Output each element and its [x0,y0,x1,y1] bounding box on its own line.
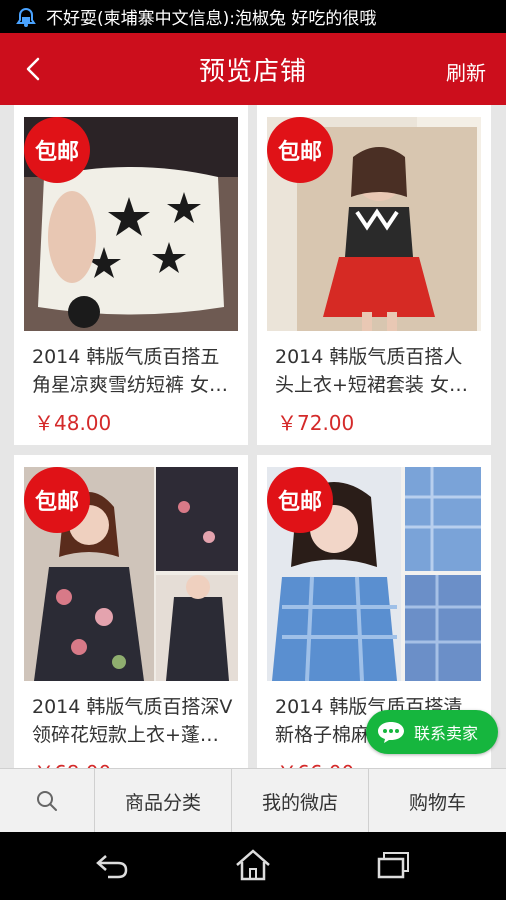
tab-categories-label: 商品分类 [124,791,201,814]
product-card[interactable]: 包邮 2014 韩版气质百搭五角星凉爽雪纺短裤 女… ￥48.00 [14,105,248,445]
free-shipping-badge: 包邮 [267,117,333,183]
chat-bubble-icon [378,722,404,743]
tab-my-store[interactable]: 我的微店 [232,769,369,833]
product-name[interactable]: 2014 韩版气质百搭五角星凉爽雪纺短裤 女… [32,343,238,399]
product-price: ￥68.00 [34,757,111,768]
product-card[interactable]: 包邮 2014 韩版气质百搭深V领碎花短款上衣+蓬… ￥68.00 [14,455,248,768]
product-image[interactable]: 包邮 [24,117,238,331]
status-notification-text: 不好耍(柬埔寨中文信息):泡椒兔 好吃的很哦 [46,9,377,29]
product-image[interactable]: 包邮 [24,467,238,681]
product-grid: 包邮 2014 韩版气质百搭五角星凉爽雪纺短裤 女… ￥48.00 包邮 201… [0,105,506,768]
tab-cart-label: 购物车 [408,791,466,814]
free-shipping-badge: 包邮 [24,117,90,183]
tab-search[interactable] [0,769,95,833]
tab-cart[interactable]: 购物车 [369,769,506,833]
contact-seller-button[interactable]: 联系卖家 [366,710,498,754]
contact-seller-label: 联系卖家 [414,724,479,743]
product-name[interactable]: 2014 韩版气质百搭深V领碎花短款上衣+蓬… [32,693,238,749]
tab-categories[interactable]: 商品分类 [95,769,232,833]
product-price: ￥48.00 [34,411,112,435]
product-name[interactable]: 2014 韩版气质百搭人头上衣+短裙套装 女… [275,343,481,399]
product-price: ￥72.00 [277,411,355,435]
bottom-tab-bar: 商品分类 我的微店 购物车 [0,768,506,833]
tab-my-store-label: 我的微店 [261,791,338,814]
back-icon[interactable] [94,852,130,880]
app-header: 预览店铺 刷新 [0,33,506,105]
free-shipping-badge: 包邮 [267,467,333,533]
home-icon[interactable] [234,848,272,882]
refresh-button[interactable]: 刷新 [446,57,486,86]
product-image[interactable]: 包邮 [267,467,481,681]
status-bar: 不好耍(柬埔寨中文信息):泡椒兔 好吃的很哦 [0,0,506,33]
recent-apps-icon[interactable] [376,850,412,880]
free-shipping-badge: 包邮 [24,467,90,533]
search-icon [37,791,57,811]
product-card[interactable]: 包邮 2014 韩版气质百搭人头上衣+短裙套装 女… ￥72.00 [257,105,491,445]
page-title: 预览店铺 [198,57,307,87]
notification-icon [16,7,36,27]
product-image[interactable]: 包邮 [267,117,481,331]
product-price: ￥66.00 [277,757,354,768]
system-nav-bar [0,832,506,900]
